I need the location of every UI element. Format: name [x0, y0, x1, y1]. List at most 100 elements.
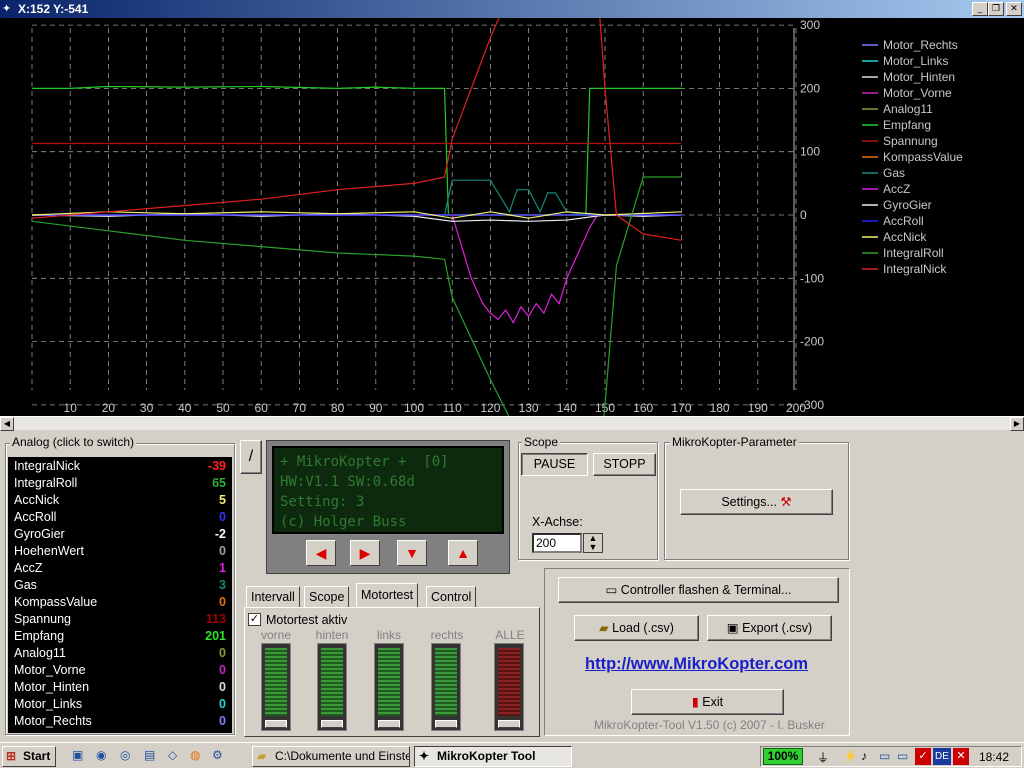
x-tick-label: 160 [633, 401, 653, 415]
analog-panel-title: Analog (click to switch) [10, 435, 137, 449]
legend-entry: AccRoll [883, 214, 924, 228]
quicklaunch-terminal-icon[interactable]: ▤ [144, 748, 155, 762]
lcd-up-arrow-icon[interactable]: ▲ [448, 540, 478, 566]
settings-button[interactable]: Settings... ⚒ [680, 489, 833, 515]
exit-button[interactable]: ▮ Exit [631, 689, 784, 715]
load-csv-button[interactable]: ▰ Load (.csv) [574, 615, 699, 641]
tray-monitor-icon[interactable]: ▭ [879, 749, 890, 763]
export-csv-button[interactable]: ▣ Export (.csv) [707, 615, 832, 641]
analog-row[interactable]: IntegralNick -39 [14, 459, 230, 476]
analog-row[interactable]: Empfang 201 [14, 629, 230, 646]
hammer-icon: ⚒ [780, 495, 792, 509]
minimize-button[interactable]: _ [972, 2, 988, 16]
quicklaunch-folder-icon[interactable]: ◇ [168, 748, 177, 762]
legend-entry: IntegralRoll [883, 246, 944, 260]
tray-network-icon[interactable]: ⚡ [843, 749, 858, 763]
battery-indicator[interactable]: 100% [763, 748, 803, 765]
slider-knob[interactable] [265, 720, 287, 728]
motor-alle-slider[interactable] [494, 643, 524, 731]
volume-icon[interactable]: ♪ [861, 749, 867, 763]
motortest-checkbox[interactable]: ✓ [248, 613, 261, 626]
analog-row[interactable]: Motor_Rechts 0 [14, 714, 230, 731]
y-tick-label: 200 [800, 81, 820, 95]
x-tick-label: 90 [369, 401, 383, 415]
quicklaunch-desktop-icon[interactable]: ▣ [72, 748, 83, 762]
mikrokopter-link[interactable]: http://www.MikroKopter.com [585, 655, 808, 674]
tab-intervall[interactable]: Intervall [246, 586, 300, 608]
app-icon[interactable]: ✦ [2, 2, 16, 16]
analog-row[interactable]: Gas 3 [14, 578, 230, 595]
tab-control[interactable]: Control [426, 586, 477, 608]
analog-row[interactable]: Analog11 0 [14, 646, 230, 663]
chart-scrollbar[interactable]: ◀ ▶ [0, 416, 1024, 431]
lcd-left-arrow-icon[interactable]: ◀ [306, 540, 336, 566]
language-indicator[interactable]: DE [933, 748, 951, 765]
quicklaunch-ie-icon[interactable]: ◉ [96, 748, 106, 762]
analog-row-value: 5 [219, 493, 226, 507]
scope-chart[interactable]: 10 20 30 40 50 60 70 80 90 100 110 120 130 140 150 160 1… [0, 18, 1024, 416]
scroll-right-arrow-icon[interactable]: ▶ [1010, 417, 1024, 431]
analog-list[interactable]: IntegralNick -39 IntegralRoll 65 AccNick 5 Acc… [8, 457, 232, 733]
lcd-toggle-button[interactable]: / [240, 440, 262, 474]
analog-row[interactable]: Spannung 113 [14, 612, 230, 629]
quicklaunch-explorer-icon[interactable]: ◎ [120, 748, 130, 762]
analog-row-label: Spannung [14, 612, 72, 626]
series-line [31, 18, 682, 241]
maximize-button[interactable]: ❐ [988, 2, 1004, 16]
xaxis-input[interactable] [532, 533, 582, 553]
lcd-line: Setting: 3 [280, 494, 365, 510]
slider-knob[interactable] [435, 720, 457, 728]
lcd-line: + MikroKopter + [0] [280, 454, 449, 470]
analog-row[interactable]: AccNick 5 [14, 493, 230, 510]
x-tick-label: 180 [710, 401, 730, 415]
power-plug-icon[interactable]: ⏚ [817, 749, 829, 766]
legend-entry: AccZ [883, 182, 910, 196]
tab-scope[interactable]: Scope [304, 586, 350, 608]
analog-row[interactable]: KompassValue 0 [14, 595, 230, 612]
legend-entry: Spannung [883, 134, 938, 148]
analog-row[interactable]: IntegralRoll 65 [14, 476, 230, 493]
start-button[interactable]: ⊞ Start [2, 746, 56, 767]
lcd-down-arrow-icon[interactable]: ▼ [397, 540, 427, 566]
motor-rechts-slider[interactable] [431, 643, 461, 731]
analog-row[interactable]: Motor_Links 0 [14, 697, 230, 714]
slider-knob[interactable] [378, 720, 400, 728]
legend-entry: Analog11 [883, 102, 933, 116]
xaxis-spinner-icon[interactable]: ▲ ▼ [583, 533, 603, 553]
slider-knob[interactable] [498, 720, 520, 728]
analog-row[interactable]: HoehenWert 0 [14, 544, 230, 561]
slider-track [378, 648, 400, 716]
taskbar-mikrokopter-window[interactable]: ✦ MikroKopter Tool [414, 746, 572, 767]
tray-security-icon[interactable]: ✓ [915, 748, 931, 765]
tray-monitor-icon[interactable]: ▭ [897, 749, 908, 763]
analog-row[interactable]: GyroGier -2 [14, 527, 230, 544]
scroll-left-arrow-icon[interactable]: ◀ [0, 417, 14, 431]
analog-row[interactable]: AccRoll 0 [14, 510, 230, 527]
quicklaunch-network-icon[interactable]: ⚙ [212, 748, 223, 762]
lcd-right-arrow-icon[interactable]: ▶ [350, 540, 380, 566]
x-tick-label: 140 [557, 401, 577, 415]
clock[interactable]: 18:42 [979, 750, 1009, 764]
analog-row[interactable]: AccZ 1 [14, 561, 230, 578]
stop-button[interactable]: STOPP [593, 453, 656, 476]
analog-row-label: KompassValue [14, 595, 98, 609]
tray-antivirus-icon[interactable]: ✕ [953, 748, 969, 765]
lcd-line: (c) Holger Buss [280, 514, 407, 530]
params-group-title: MikroKopter-Parameter [670, 435, 799, 449]
motor-links-slider[interactable] [374, 643, 404, 731]
quicklaunch-firefox-icon[interactable]: ◍ [190, 748, 200, 762]
taskbar-explorer-window[interactable]: ▰ C:\Dokumente und Einstel... [252, 746, 410, 767]
x-tick-label: 100 [404, 401, 424, 415]
analog-row[interactable]: Motor_Vorne 0 [14, 663, 230, 680]
analog-row-label: Motor_Links [14, 697, 83, 711]
x-tick-label: 20 [102, 401, 116, 415]
motor-vorne-slider[interactable] [261, 643, 291, 731]
analog-row[interactable]: Motor_Hinten 0 [14, 680, 230, 697]
motor-label: vorne [260, 628, 292, 642]
flash-terminal-button[interactable]: ▭ Controller flashen & Terminal... [558, 577, 839, 603]
motor-hinten-slider[interactable] [317, 643, 347, 731]
slider-knob[interactable] [321, 720, 343, 728]
close-button[interactable]: ✕ [1006, 2, 1022, 16]
pause-button[interactable]: PAUSE [521, 453, 588, 476]
tab-motortest[interactable]: Motortest [356, 583, 419, 608]
